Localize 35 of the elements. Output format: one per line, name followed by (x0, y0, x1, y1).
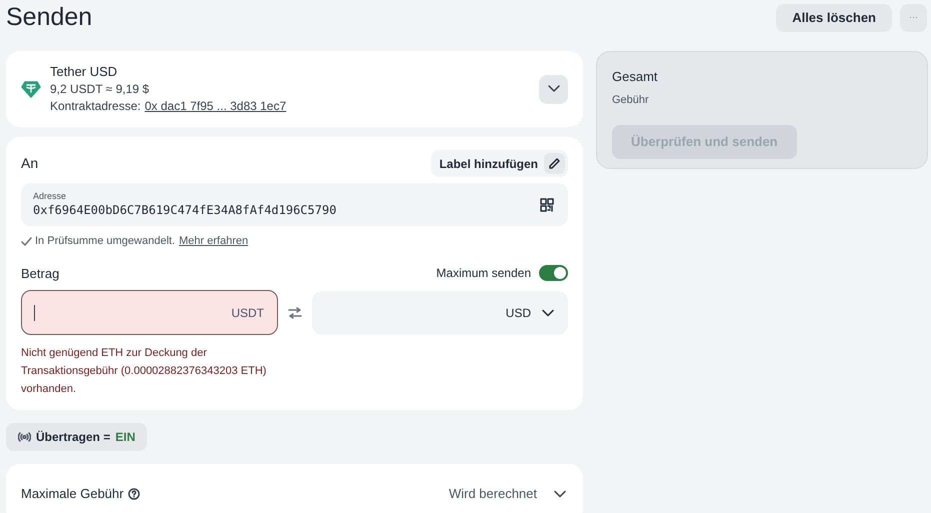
address-field[interactable]: Adresse 0xf6964E00bD6C7B619C474fE34A8fAf4d196C5790 (21, 183, 568, 226)
edit-pencil-button[interactable] (544, 153, 565, 174)
fiat-currency-dropdown[interactable]: USD (312, 290, 568, 334)
amount-input-field[interactable]: USDT (21, 290, 278, 335)
qr-code-icon (540, 198, 554, 212)
pencil-icon (548, 157, 561, 170)
add-label-button[interactable]: Label hinzufügen (431, 150, 568, 177)
contract-link[interactable]: 0x dac1 7f95 ... 3d83 1ec7 (144, 98, 286, 115)
amount-heading: Betrag (21, 264, 60, 283)
more-button[interactable]: ··· (900, 4, 927, 32)
broadcast-button[interactable]: Übertragen = EIN (6, 423, 148, 451)
unit-label: USDT (231, 304, 264, 322)
fee-label: Gebühr (612, 92, 650, 108)
clear-all-button[interactable]: Alles löschen (776, 4, 892, 32)
max-send-toggle[interactable] (539, 265, 568, 282)
checksum-note: In Prüfsumme umgewandelt. (35, 234, 176, 249)
page-title: Senden (6, 5, 92, 30)
token-balance: 9,2 USDT ≈ 9,19 $ (50, 81, 150, 98)
check-icon (21, 236, 32, 247)
broadcast-icon (18, 432, 31, 442)
token-dropdown-button[interactable] (539, 74, 568, 104)
swap-arrows-icon (288, 306, 302, 318)
token-icon (21, 79, 41, 99)
address-value: 0xf6964E00bD6C7B619C474fE34A8fAf4d196C5790 (33, 202, 338, 219)
help-icon (128, 488, 140, 500)
total-label: Gesamt (612, 68, 659, 86)
contract-label: Kontraktadresse: (50, 98, 141, 115)
token-name: Tether USD (50, 63, 118, 81)
max-fee-label: Maximale Gebühr (21, 484, 124, 503)
to-heading: An (21, 154, 38, 173)
max-fee-value: Wird berechnet (448, 484, 537, 503)
max-send-label: Maximum senden (436, 265, 531, 282)
address-label: Adresse (33, 190, 68, 202)
learn-more-link[interactable]: Mehr erfahren (179, 233, 248, 250)
error-message: Nicht genügend ETH zur Deckung der Transaktionsgebühr (0.00002882376343203 ETH) vorhanden. (21, 346, 268, 397)
